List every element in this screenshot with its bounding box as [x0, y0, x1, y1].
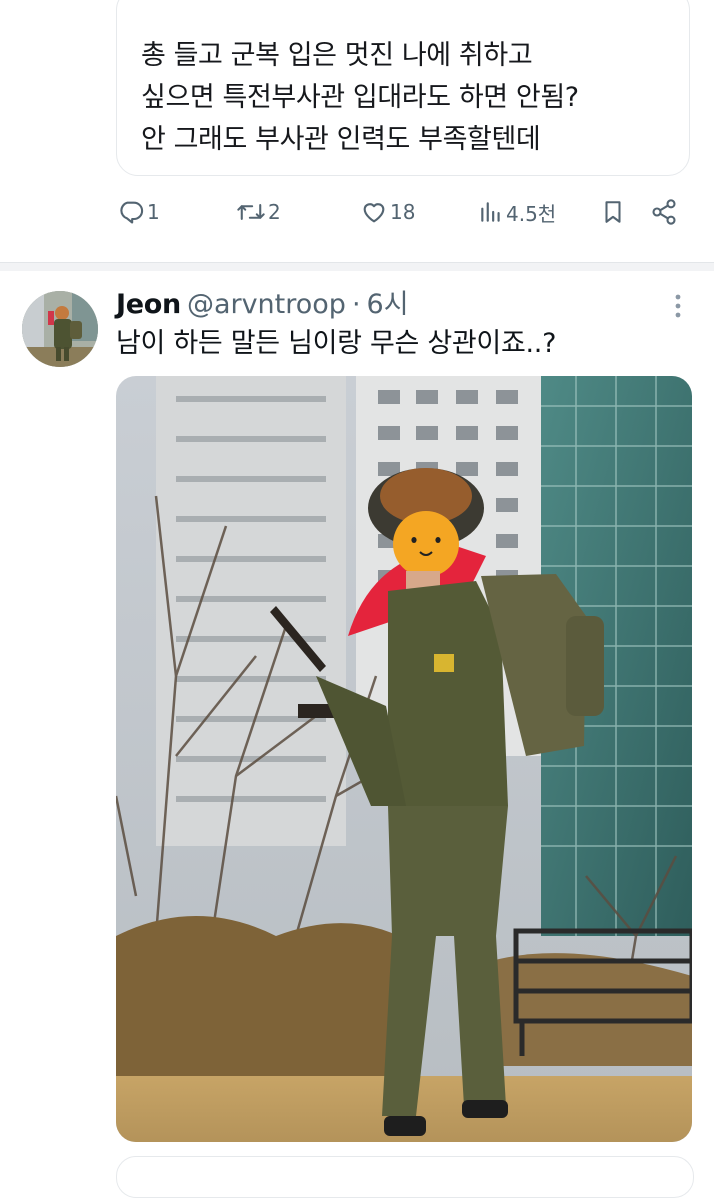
avatar[interactable] — [22, 291, 98, 367]
reply-button[interactable]: 1 — [117, 196, 160, 228]
repost-count: 2 — [268, 200, 281, 224]
display-name[interactable]: Jeon — [116, 289, 181, 320]
views-count: 4.5천 — [506, 201, 557, 226]
bookmark-button[interactable] — [600, 196, 626, 228]
quoted-tweet-line: 싶으면 특전부사관 입대라도 하면 안됨? — [141, 82, 579, 113]
heart-icon — [363, 203, 385, 223]
user-handle[interactable]: @arvntroop — [187, 289, 346, 320]
tweet-header: Jeon @arvntroop · 6시 — [116, 287, 409, 323]
quoted-tweet-card[interactable]: 총 들고 군복 입은 멋진 나에 취하고 싶으면 특전부사관 입대라도 하면 안… — [116, 0, 690, 176]
reply-count: 1 — [147, 200, 160, 224]
repost-button[interactable]: 2 — [236, 196, 281, 228]
more-vertical-icon[interactable] — [668, 293, 688, 319]
like-count: 18 — [390, 200, 416, 224]
views-button[interactable]: 4.5천 — [478, 196, 556, 228]
share-button[interactable] — [650, 196, 678, 228]
tweet-text: 남이 하든 말든 님이랑 무슨 상관이죠..? — [116, 328, 557, 359]
tweet-photo[interactable] — [116, 376, 692, 1142]
views-icon — [481, 202, 500, 222]
bookmark-icon — [605, 201, 621, 223]
tweet-separator — [0, 262, 714, 271]
quoted-tweet-line: 총 들고 군복 입은 멋진 나에 취하고 — [141, 40, 533, 71]
next-tweet-card[interactable] — [116, 1156, 694, 1198]
share-icon — [652, 199, 676, 225]
repost-icon — [237, 204, 265, 220]
quoted-tweet-text: 총 들고 군복 입은 멋진 나에 취하고 싶으면 특전부사관 입대라도 하면 안… — [141, 35, 669, 161]
header-separator: · — [351, 289, 361, 320]
timestamp[interactable]: 6시 — [367, 289, 409, 320]
like-button[interactable]: 18 — [360, 196, 415, 228]
reply-icon — [120, 201, 144, 224]
quoted-tweet-line: 안 그래도 부사관 인력도 부족할텐데 — [141, 124, 541, 155]
